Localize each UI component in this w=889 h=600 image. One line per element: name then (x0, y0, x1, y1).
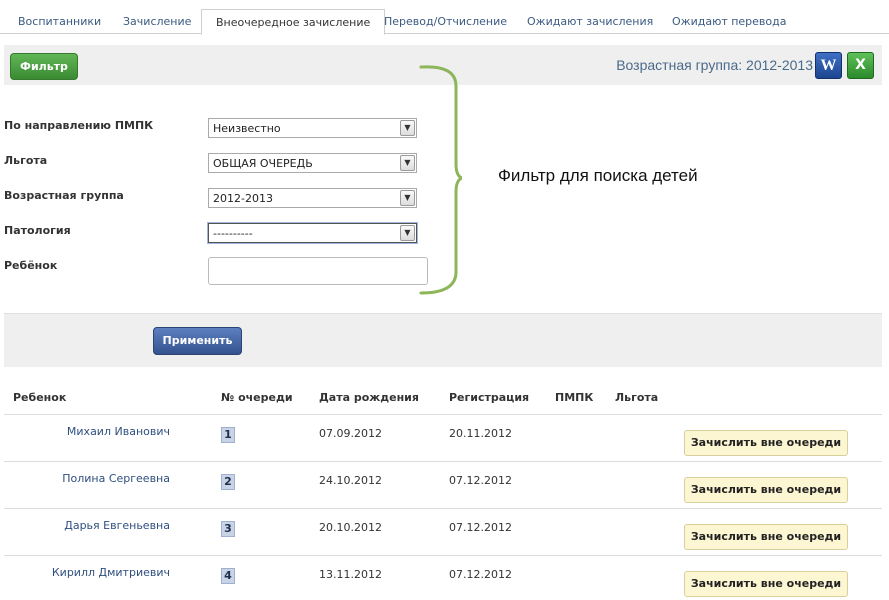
pmpk-select[interactable]: Неизвестно ▼ (208, 118, 417, 138)
filter-label-pathology: Патология (4, 224, 71, 237)
queue-number-badge: 2 (221, 474, 235, 490)
tab-enrollment[interactable]: Зачисление (123, 15, 191, 28)
word-export-icon[interactable]: W (815, 52, 842, 79)
column-header-benefit: Льгота (615, 391, 659, 404)
column-header-registration: Регистрация (449, 391, 530, 404)
queue-number-badge: 4 (221, 568, 235, 584)
tab-priority-enrollment[interactable]: Внеочередное зачисление (201, 9, 386, 35)
apply-button[interactable]: Применить (153, 327, 242, 355)
table-row: Полина Сергеевна 2 24.10.2012 07.12.2012… (4, 465, 882, 512)
enroll-out-of-turn-button[interactable]: Зачислить вне очереди (684, 477, 848, 503)
child-name-link[interactable]: Полина Сергеевна (62, 472, 170, 485)
registration-date: 20.11.2012 (449, 427, 512, 440)
chevron-down-icon: ▼ (400, 120, 415, 136)
row-divider (4, 555, 882, 556)
child-name-link[interactable]: Дарья Евгеньевна (64, 519, 170, 532)
pathology-select[interactable]: ---------- ▼ (208, 223, 417, 243)
queue-number-badge: 3 (221, 521, 235, 537)
table-row: Кирилл Дмитриевич 4 13.11.2012 07.12.201… (4, 559, 882, 600)
annotation-bracket (419, 65, 462, 295)
birth-date: 24.10.2012 (319, 474, 382, 487)
tab-transfer-expulsion[interactable]: Перевод/Отчисление (384, 15, 507, 28)
table-row: Михаил Иванович 1 07.09.2012 20.11.2012 … (4, 418, 882, 465)
filter-label-age-group: Возрастная группа (4, 189, 124, 202)
registration-date: 07.12.2012 (449, 568, 512, 581)
row-divider (4, 508, 882, 509)
column-header-pmpk: ПМПК (555, 391, 594, 404)
pathology-select-value: ---------- (213, 227, 253, 240)
chevron-down-icon: ▼ (400, 190, 415, 206)
row-divider (4, 414, 882, 415)
tab-awaiting-transfer[interactable]: Ожидают перевода (672, 15, 787, 28)
age-group-select[interactable]: 2012-2013 ▼ (208, 188, 417, 208)
filter-label-pmpk: По направлению ПМПК (4, 119, 154, 132)
column-header-child: Ребенок (13, 391, 67, 404)
enroll-out-of-turn-button[interactable]: Зачислить вне очереди (684, 571, 848, 597)
chevron-down-icon: ▼ (400, 155, 415, 171)
tab-awaiting-enrollment[interactable]: Ожидают зачисления (527, 15, 653, 28)
column-header-queue: № очереди (221, 391, 293, 404)
child-name-link[interactable]: Кирилл Дмитриевич (52, 566, 170, 579)
benefit-select-value: ОБЩАЯ ОЧЕРЕДЬ (213, 157, 313, 170)
queue-number-badge: 1 (221, 427, 235, 443)
enroll-out-of-turn-button[interactable]: Зачислить вне очереди (684, 430, 848, 456)
apply-bar: Применить (4, 313, 882, 367)
birth-date: 13.11.2012 (319, 568, 382, 581)
row-divider (4, 461, 882, 462)
enroll-out-of-turn-button[interactable]: Зачислить вне очереди (684, 524, 848, 550)
birth-date: 20.10.2012 (319, 521, 382, 534)
tab-bar: Воспитанники Зачисление Внеочередное зач… (0, 0, 889, 35)
tab-pupils[interactable]: Воспитанники (18, 15, 101, 28)
filter-annotation: Фильтр для поиска детей (498, 166, 698, 185)
pmpk-select-value: Неизвестно (213, 122, 281, 135)
filter-toggle-button[interactable]: Фильтр (10, 53, 78, 80)
benefit-select[interactable]: ОБЩАЯ ОЧЕРЕДЬ ▼ (208, 153, 417, 173)
age-group-title: Возрастная группа: 2012-2013 (616, 57, 813, 73)
column-header-birth-date: Дата рождения (319, 391, 419, 404)
chevron-down-icon: ▼ (400, 225, 415, 241)
child-search-input[interactable] (208, 257, 428, 285)
filter-label-benefit: Льгота (4, 154, 48, 167)
excel-export-icon[interactable]: X (847, 52, 874, 79)
table-row: Дарья Евгеньевна 3 20.10.2012 07.12.2012… (4, 512, 882, 559)
registration-date: 07.12.2012 (449, 521, 512, 534)
birth-date: 07.09.2012 (319, 427, 382, 440)
registration-date: 07.12.2012 (449, 474, 512, 487)
child-name-link[interactable]: Михаил Иванович (67, 425, 170, 438)
filter-label-child: Ребёнок (4, 259, 58, 272)
age-group-select-value: 2012-2013 (213, 192, 273, 205)
